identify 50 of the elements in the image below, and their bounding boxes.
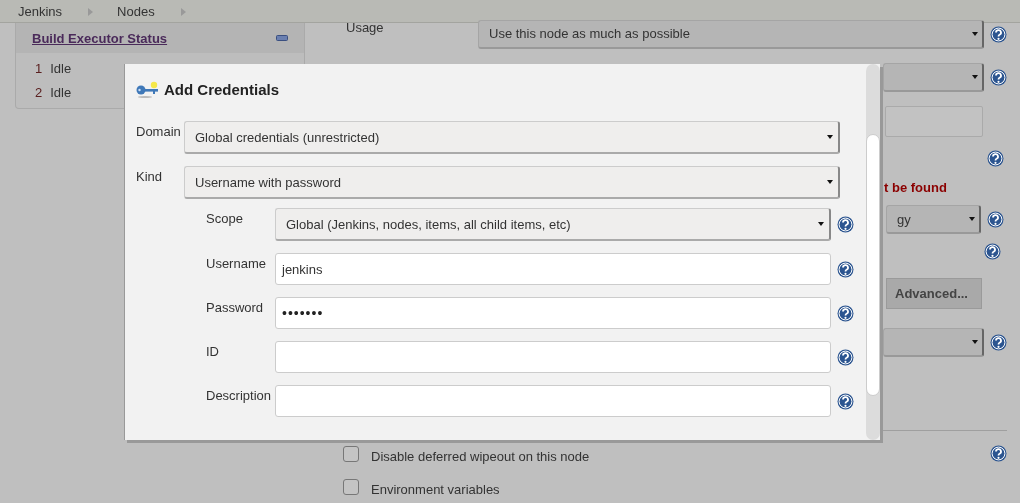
checkbox-label: Environment variables <box>371 482 500 497</box>
error-message: t be found <box>884 179 947 195</box>
checkbox[interactable] <box>343 445 359 462</box>
help-icon[interactable] <box>837 305 854 322</box>
help-icon[interactable] <box>837 216 854 233</box>
help-icon[interactable] <box>837 393 854 410</box>
field-label: Usage <box>346 20 384 35</box>
collapse-icon[interactable] <box>276 35 288 41</box>
field-label: Kind <box>136 168 164 184</box>
dropdown[interactable] <box>883 328 984 357</box>
dropdown[interactable]: Username with password <box>184 166 840 199</box>
password-field[interactable]: ••••••• <box>275 297 831 329</box>
help-icon[interactable] <box>837 261 854 278</box>
help-icon[interactable] <box>990 334 1007 351</box>
executor-status: Idle <box>50 84 72 100</box>
scrollbar[interactable] <box>866 64 880 440</box>
help-icon[interactable] <box>990 25 1007 43</box>
key-icon <box>136 80 159 98</box>
chevron-icon <box>88 7 94 16</box>
help-icon[interactable] <box>837 349 854 366</box>
field-label: Password <box>206 299 265 315</box>
help-icon[interactable] <box>984 242 1001 260</box>
executor-status: Idle <box>50 60 72 76</box>
dropdown[interactable]: Global (Jenkins, nodes, items, all child items, etc) <box>275 208 831 241</box>
field-label: ID <box>206 343 220 359</box>
dropdown[interactable]: gy <box>886 205 981 234</box>
field-label: Scope <box>206 210 244 226</box>
input-field[interactable]: jenkins <box>275 253 831 285</box>
dropdown[interactable]: Global credentials (unrestricted) <box>184 121 840 154</box>
input-field[interactable] <box>275 341 831 373</box>
chevron-icon <box>180 7 186 16</box>
dropdown[interactable]: Use this node as much as possible <box>478 19 984 49</box>
field-label: Domain <box>136 123 182 139</box>
breadcrumb-link[interactable]: Nodes <box>117 3 155 19</box>
dialog-title: Add Credentials <box>164 80 280 98</box>
executor-number: 2 <box>35 84 43 100</box>
field-label: Username <box>206 255 267 271</box>
advanced-button[interactable]: Advanced... <box>886 278 982 309</box>
help-icon[interactable] <box>990 68 1007 86</box>
field-label: Description <box>206 387 273 403</box>
help-icon[interactable] <box>987 150 1004 167</box>
help-icon[interactable] <box>987 211 1004 228</box>
dropdown[interactable] <box>883 62 984 92</box>
checkbox-label: Disable deferred wipeout on this node <box>371 449 590 464</box>
executor-number: 1 <box>35 60 43 76</box>
help-icon[interactable] <box>990 445 1007 462</box>
breadcrumb-link[interactable]: Jenkins <box>18 3 63 19</box>
input-field[interactable] <box>275 385 831 417</box>
input-field[interactable] <box>885 106 983 137</box>
checkbox[interactable] <box>343 478 359 495</box>
